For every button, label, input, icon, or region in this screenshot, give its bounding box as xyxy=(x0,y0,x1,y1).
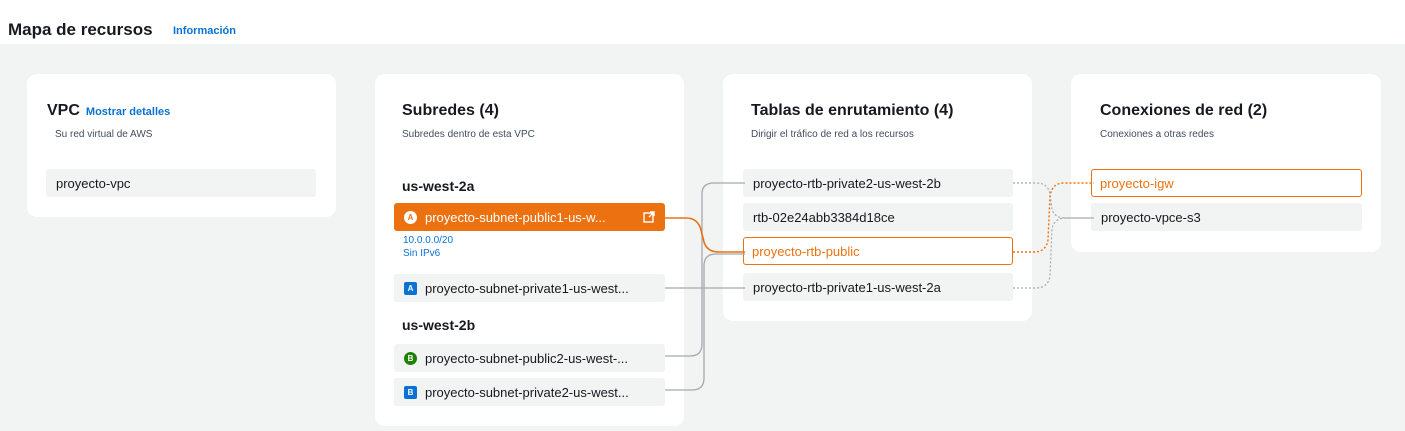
subnets-panel: Subredes (4) Subredes dentro de esta VPC… xyxy=(375,74,684,426)
network-connections-title: Conexiones de red (2) xyxy=(1100,102,1268,119)
subnet-cidr: 10.0.0.0/20 xyxy=(403,235,454,246)
route-table-public[interactable]: proyecto-rtb-public xyxy=(743,237,1013,265)
info-link[interactable]: Información xyxy=(173,25,236,37)
subnet-private1[interactable]: A proyecto-subnet-private1-us-west... xyxy=(394,274,665,302)
resource-map-canvas: VPC Mostrar detalles Su red virtual de AW… xyxy=(0,44,1405,431)
route-tables-title: Tablas de enrutamiento (4) xyxy=(751,102,954,119)
subnet-public1[interactable]: A proyecto-subnet-public1-us-w... xyxy=(394,203,665,231)
route-tables-panel: Tablas de enrutamiento (4) Dirigir el tr… xyxy=(723,74,1032,321)
subnet-label: proyecto-subnet-public2-us-west-... xyxy=(425,350,629,366)
route-tables-subtitle: Dirigir el tráfico de red a los recursos xyxy=(751,129,914,140)
network-connections-subtitle: Conexiones a otras redes xyxy=(1100,129,1214,140)
page-title: Mapa de recursos xyxy=(8,20,153,39)
vpc-subtitle: Su red virtual de AWS xyxy=(55,129,153,140)
subnet-private2[interactable]: B proyecto-subnet-private2-us-west... xyxy=(394,378,665,406)
subnet-label: proyecto-subnet-public1-us-w... xyxy=(425,209,606,225)
route-table-private1[interactable]: proyecto-rtb-private1-us-west-2a xyxy=(743,273,1013,301)
vpc-title: VPC Mostrar detalles xyxy=(47,102,171,119)
subnet-label: proyecto-subnet-private1-us-west... xyxy=(425,280,629,296)
az-a-badge-icon: A xyxy=(404,210,417,224)
az-label-us-west-2b: us-west-2b xyxy=(402,317,476,333)
subnets-title: Subredes (4) xyxy=(402,102,499,119)
network-connections-panel: Conexiones de red (2) Conexiones a otras… xyxy=(1071,74,1381,252)
az-a-badge-icon: A xyxy=(404,281,417,295)
subnet-label: proyecto-subnet-private2-us-west... xyxy=(425,384,629,400)
vpc-item[interactable]: proyecto-vpc xyxy=(46,169,316,197)
az-b-badge-icon: B xyxy=(404,351,417,365)
subnet-ipv6: Sin IPv6 xyxy=(403,248,441,259)
show-details-link[interactable]: Mostrar detalles xyxy=(86,106,170,118)
vpc-panel: VPC Mostrar detalles Su red virtual de AW… xyxy=(27,74,336,217)
vpc-endpoint-item[interactable]: proyecto-vpce-s3 xyxy=(1091,203,1362,231)
internet-gateway-item[interactable]: proyecto-igw xyxy=(1091,169,1362,197)
subnet-public2[interactable]: B proyecto-subnet-public2-us-west-... xyxy=(394,344,665,372)
az-b-badge-icon: B xyxy=(404,385,417,399)
subnets-subtitle: Subredes dentro de esta VPC xyxy=(402,129,535,140)
route-table-main[interactable]: rtb-02e24abb3384d18ce xyxy=(743,203,1013,231)
az-label-us-west-2a: us-west-2a xyxy=(402,178,475,194)
route-table-private2[interactable]: proyecto-rtb-private2-us-west-2b xyxy=(743,169,1013,197)
external-link-icon[interactable] xyxy=(643,211,655,223)
resource-map-header: Mapa de recursos Información xyxy=(0,0,1405,44)
